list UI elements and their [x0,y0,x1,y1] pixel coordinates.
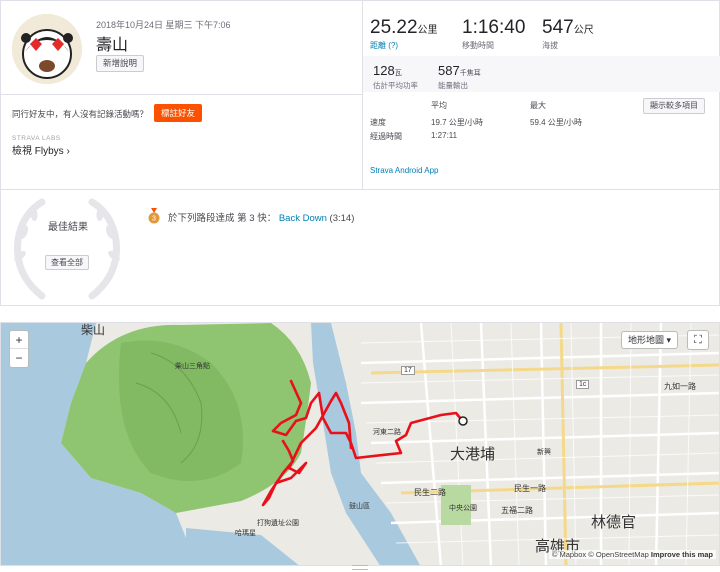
bronze-medal-icon: 3 [148,208,160,224]
summary-divider [362,0,363,190]
avg-power-value: 128 [373,63,395,78]
map-label-chaishan: 柴山 [81,323,106,337]
elevation-stat: 547公尺 海拔 [542,17,594,51]
laurel-wreath-icon [14,198,120,300]
map-label-wufu: 五福二路 [501,506,533,515]
segment-link[interactable]: Back Down [279,213,327,224]
elapsed-label: 經過時間 [370,132,402,141]
distance-value: 25.22 [370,17,418,38]
map-label-road1c: 1c [576,380,590,389]
energy-value: 587 [438,63,460,78]
segment-achievement: 於下列路段達成 第 3 快： Back Down (3:14) [168,210,354,224]
svg-text:3: 3 [152,216,156,223]
map-type-select[interactable]: 地形地圖 ▾ [621,331,679,349]
energy-label: 能量輸出 [438,81,468,90]
map-label-hedong: 河東二路 [373,429,401,436]
moving-time-label: 移動時間 [462,41,494,50]
energy-stat: 587千焦耳 能量輸出 [438,62,481,91]
map-label-hamaxing: 哈瑪星 [235,530,256,537]
map-label-xinxing: 新興 [537,449,551,456]
with-others-prompt: 同行好友中，有人沒有記錄活動嗎？ [12,109,149,119]
map-resize-handle[interactable] [352,565,368,570]
elevation-unit: 公尺 [573,25,594,36]
avg-power-stat: 128瓦 估計平均功率 [373,62,418,91]
distance-unit: 公里 [417,25,438,36]
activity-date: 2018年10月24日 星期三 下午7:06 [96,20,231,30]
achievement-text: 於下列路段達成 第 3 快： [168,213,277,224]
summary-hdivider [0,94,362,95]
speed-avg: 19.7 公里/小時 [431,118,484,127]
elevation-label: 海拔 [542,41,558,50]
zoom-control: + − [9,330,29,368]
flybys-link[interactable]: 檢視 Flybys › [12,142,70,157]
device-app-link[interactable]: Strava Android App [370,166,439,175]
zoom-in-button[interactable]: + [10,331,28,349]
energy-unit: 千焦耳 [459,70,481,77]
segment-time: (3:14) [329,213,355,224]
tag-friends-button[interactable]: 標註好友 [154,104,203,122]
speed-max: 59.4 公里/小時 [530,118,583,127]
avg-power-label: 估計平均功率 [373,81,418,90]
fullscreen-button[interactable]: ⛶ [687,330,709,350]
avatar[interactable] [12,14,82,84]
show-more-button[interactable]: 顯示較多項目 [643,98,705,114]
zoom-out-button[interactable]: − [10,349,28,367]
speed-label: 速度 [370,118,386,127]
improve-map-link[interactable]: Improve this map [651,550,713,559]
map-label-central-park: 中央公園 [449,505,477,512]
map-label-gushan: 鼓山區 [349,503,370,510]
col-avg-header: 平均 [431,101,447,110]
col-max-header: 最大 [530,101,546,110]
avg-power-unit: 瓦 [394,70,402,77]
map-label-park: 打狗遺址公園 [257,520,299,527]
attribution-text[interactable]: © Mapbox © OpenStreetMap [552,550,649,559]
map-label-minsheng2: 民生二路 [414,488,446,497]
map-label-road17: 17 [401,366,415,375]
map-label-jiuru: 九如一路 [664,382,696,391]
distance-stat: 25.22公里 距離 (?) [370,17,438,51]
best-results-label: 最佳結果 [48,222,88,233]
elapsed-value: 1:27:11 [431,131,458,140]
map-label-lindeguan: 林德官 [591,514,637,531]
moving-time-value: 1:16:40 [462,17,526,38]
strava-labs-label: STRAVA LABS [12,135,61,142]
map-label-peak: 柴山三角點 [175,363,210,370]
map-label-dagangpu: 大港埔 [450,446,496,463]
map-attribution: © Mapbox © OpenStreetMap Improve this ma… [548,550,716,559]
route-map[interactable]: + − 地形地圖 ▾ ⛶ 柴山 柴山三角點 大港埔 林德官 高雄市 打狗遺址公園… [0,322,720,566]
add-description-button[interactable]: 新增說明 [96,55,145,72]
distance-label[interactable]: 距離 (?) [370,40,438,51]
elevation-value: 547 [542,17,574,38]
activity-title[interactable]: 壽山 [96,31,128,55]
map-label-minsheng1: 民生一路 [514,484,546,493]
see-all-button[interactable]: 查看全部 [45,255,89,270]
moving-time-stat: 1:16:40 移動時間 [462,17,525,51]
